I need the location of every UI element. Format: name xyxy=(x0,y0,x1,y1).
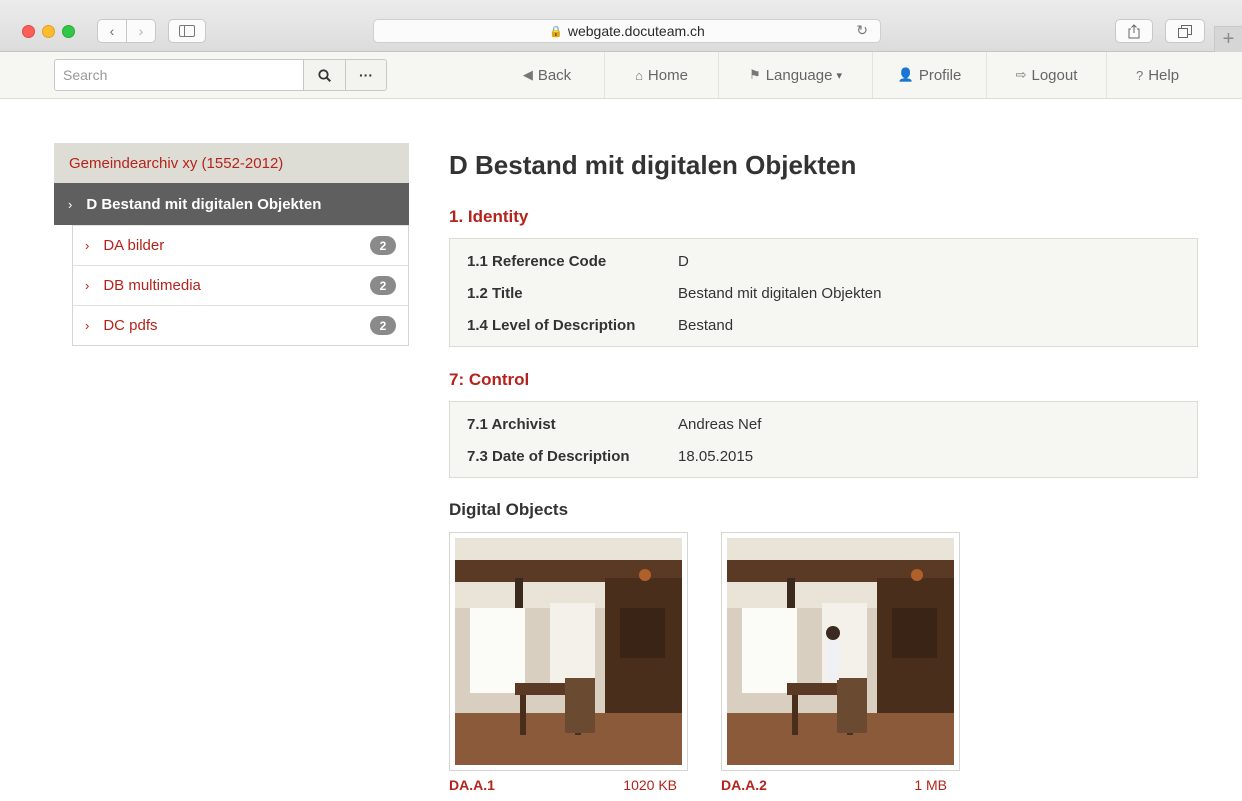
identity-row: 1.4 Level of Description Bestand xyxy=(450,309,1197,341)
browser-forward-button[interactable]: › xyxy=(126,19,156,43)
field-value: 18.05.2015 xyxy=(678,447,754,465)
field-label: 1.4 Level of Description xyxy=(467,316,636,334)
identity-row: 1.1 Reference Code D xyxy=(450,245,1197,277)
chevron-left-icon: ‹ xyxy=(109,23,115,39)
count-badge: 2 xyxy=(370,236,396,255)
tree-child-db[interactable]: › DB multimedia 2 xyxy=(73,265,408,305)
identity-box: 1.1 Reference Code D 1.2 Title Bestand m… xyxy=(449,238,1198,347)
home-icon: ⌂ xyxy=(635,67,643,83)
search-button[interactable] xyxy=(303,59,346,91)
digital-object-thumbnail[interactable] xyxy=(449,532,688,771)
reload-icon[interactable]: ↻ xyxy=(856,22,868,39)
tree-active-item[interactable]: › D Bestand mit digitalen Objekten xyxy=(54,183,409,225)
control-box: 7.1 Archivist Andreas Nef 7.3 Date of De… xyxy=(449,401,1198,478)
interior-photo-image xyxy=(455,538,682,765)
digital-objects-heading: Digital Objects xyxy=(449,500,569,519)
field-label: 7.3 Date of Description xyxy=(467,447,630,465)
nav-language-label: Language xyxy=(765,66,833,84)
field-value: Bestand mit digitalen Objekten xyxy=(678,284,882,302)
field-value: Andreas Nef xyxy=(678,415,762,433)
count-badge: 2 xyxy=(370,276,396,295)
sidebar-toggle-button[interactable] xyxy=(168,19,206,43)
browser-titlebar: ‹ › 🔒 webgate.docuteam.ch ↻ + xyxy=(0,0,1242,52)
tree-children: › DA bilder 2 › DB multimedia 2 › DC pdf… xyxy=(72,225,409,346)
search-icon xyxy=(318,68,331,82)
nav-back-label: Back xyxy=(537,66,572,84)
digital-object-name[interactable]: DA.A.2 xyxy=(721,777,767,793)
lock-icon: 🔒 xyxy=(549,25,563,38)
zoom-window-button[interactable] xyxy=(62,25,75,38)
field-label: 7.1 Archivist xyxy=(467,415,556,433)
plus-icon: + xyxy=(1222,28,1235,50)
more-options-button[interactable]: ··· xyxy=(345,59,387,91)
digital-object-size: 1020 KB xyxy=(623,777,677,793)
flag-icon: ⚑ xyxy=(749,67,761,82)
nav-help-label: Help xyxy=(1148,66,1180,84)
site-navbar: ··· ◀ Back ⌂Home ⚑ Language▾ 👤 Profile ⇨ Log… xyxy=(0,52,1242,99)
nav-back[interactable]: ◀ Back xyxy=(490,52,604,98)
chevron-right-icon: › xyxy=(138,23,144,39)
page-title: D Bestand mit digitalen Objekten xyxy=(449,150,857,180)
interior-photo-image xyxy=(727,538,954,765)
digital-object-caption: DA.A.1 1020 KB xyxy=(449,777,677,793)
digital-object-name[interactable]: DA.A.1 xyxy=(449,777,495,793)
tree-child-label: DA bilder xyxy=(103,237,165,254)
control-row: 7.3 Date of Description 18.05.2015 xyxy=(450,440,1197,472)
nav-logout[interactable]: ⇨ Logout xyxy=(986,52,1106,98)
sidebar-icon xyxy=(179,25,195,37)
nav-profile-label: Profile xyxy=(918,66,962,84)
sign-out-icon: ⇨ xyxy=(1015,67,1027,82)
share-icon xyxy=(1128,23,1140,38)
nav-language[interactable]: ⚑ Language ▾ xyxy=(718,52,872,98)
question-circle-icon: ? xyxy=(1135,67,1144,83)
nav-home-label: Home xyxy=(647,66,688,84)
nav-help[interactable]: ? Help xyxy=(1106,52,1208,98)
tabs-icon xyxy=(1178,24,1192,38)
new-tab-button[interactable]: + xyxy=(1214,26,1242,52)
share-button[interactable] xyxy=(1115,19,1153,43)
tree-child-da[interactable]: › DA bilder 2 xyxy=(73,225,408,265)
control-heading: 7: Control xyxy=(449,370,530,389)
nav-logout-label: Logout xyxy=(1031,66,1078,84)
tree-child-label: DB multimedia xyxy=(103,277,201,294)
identity-row: 1.2 Title Bestand mit digitalen Objekten xyxy=(450,277,1197,309)
address-bar[interactable]: 🔒 webgate.docuteam.ch ↻ xyxy=(373,19,881,43)
arrow-left-icon: ◀ xyxy=(522,67,533,82)
tree-root-label: Gemeindearchiv xy (1552-2012) xyxy=(69,154,284,172)
count-badge: 2 xyxy=(370,316,396,335)
tree-child-label: DC pdfs xyxy=(103,317,158,334)
chevron-right-icon: › xyxy=(68,196,73,212)
field-label: 1.2 Title xyxy=(467,284,523,302)
tree-active-label: D Bestand mit digitalen Objekten xyxy=(86,195,322,213)
control-row: 7.1 Archivist Andreas Nef xyxy=(450,408,1197,440)
minimize-window-button[interactable] xyxy=(42,25,55,38)
field-label: 1.1 Reference Code xyxy=(467,252,607,270)
caret-down-icon: ▾ xyxy=(836,69,842,82)
field-value: Bestand xyxy=(678,316,734,334)
identity-heading: 1. Identity xyxy=(449,207,529,226)
nav-home[interactable]: ⌂ Home xyxy=(604,52,718,98)
chevron-right-icon: › xyxy=(85,318,90,333)
user-icon: 👤 xyxy=(897,67,914,82)
ellipsis-icon: ··· xyxy=(359,67,373,83)
digital-object-size: 1 MB xyxy=(914,777,947,793)
digital-object-caption: DA.A.2 1 MB xyxy=(721,777,947,793)
tree-root-item[interactable]: Gemeindearchiv xy (1552-2012) xyxy=(54,143,409,183)
nav-menu: ◀ Back ⌂ Home ⚑ Language ▾ 👤 Profile ⇨ Logout … xyxy=(490,52,1208,98)
browser-back-button[interactable]: ‹ xyxy=(97,19,127,43)
tree-child-dc[interactable]: › DC pdfs 2 xyxy=(73,305,408,345)
url-text: webgate.docuteam.ch xyxy=(567,23,705,39)
nav-profile[interactable]: 👤 Profile xyxy=(872,52,986,98)
show-tabs-button[interactable] xyxy=(1165,19,1205,43)
chevron-right-icon: › xyxy=(85,278,90,293)
digital-object-thumbnail[interactable] xyxy=(721,532,960,771)
chevron-right-icon: › xyxy=(85,238,90,253)
field-value: D xyxy=(678,252,689,270)
search-input[interactable] xyxy=(54,59,304,91)
close-window-button[interactable] xyxy=(22,25,35,38)
